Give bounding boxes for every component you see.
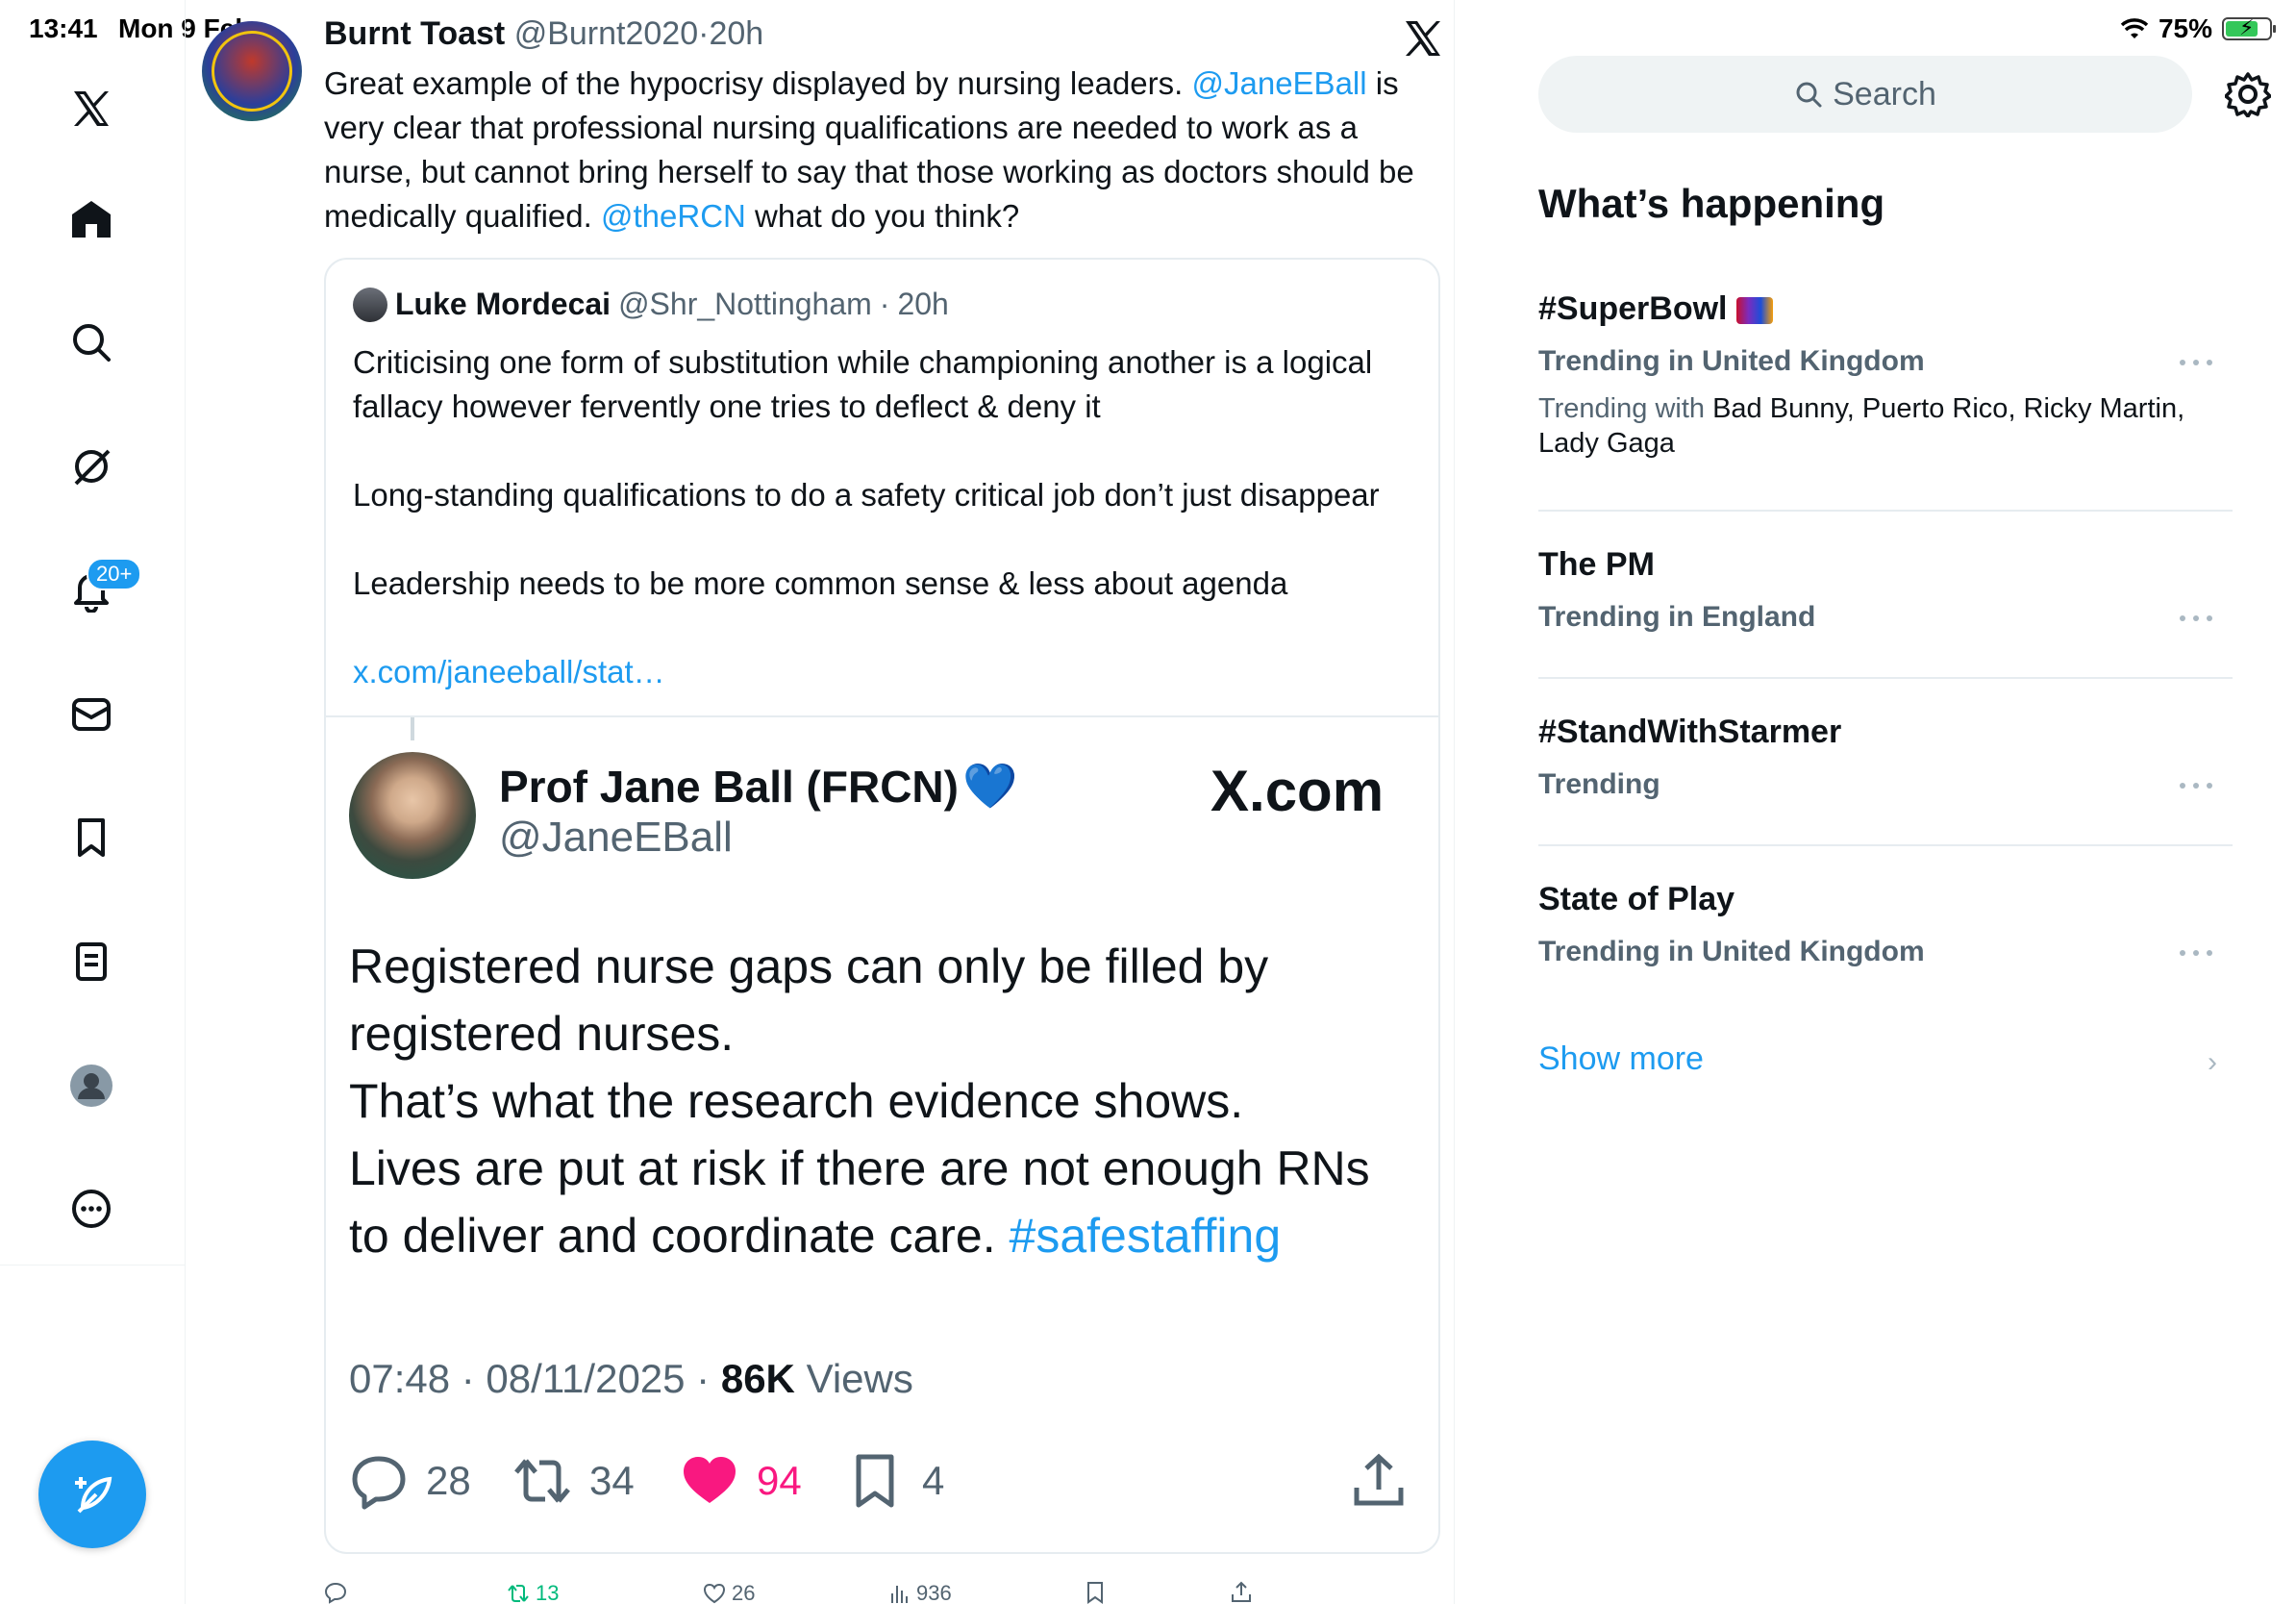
blue-heart-icon: 💙 bbox=[961, 761, 1018, 811]
trend-subtitle: Trending in United Kingdom bbox=[1538, 345, 1925, 377]
status-indicators: 75% ⚡ bbox=[2120, 13, 2276, 44]
trend-item[interactable]: #SuperBowl Trending in United Kingdom Tr… bbox=[1538, 290, 2233, 461]
superbowl-emoji-icon bbox=[1735, 297, 1773, 325]
heart-icon bbox=[703, 1583, 726, 1604]
embedded-author-name: Prof Jane Ball (FRCN) 💙 bbox=[499, 761, 1018, 812]
whats-happening-heading: What’s happening bbox=[1538, 181, 1885, 226]
compose-button[interactable] bbox=[38, 1441, 146, 1548]
profile-avatar-icon[interactable] bbox=[60, 1054, 123, 1117]
quote-text: Criticising one form of substitution whi… bbox=[353, 344, 1380, 601]
more-options-icon[interactable] bbox=[2177, 358, 2215, 367]
embedded-repost: 34 bbox=[512, 1442, 635, 1519]
more-icon[interactable] bbox=[60, 1177, 123, 1241]
trend-item[interactable]: The PM Trending in England bbox=[1538, 546, 2233, 634]
quote-author-handle: @Shr_Nottingham bbox=[618, 287, 872, 321]
embedded-reply: 28 bbox=[349, 1442, 471, 1519]
trend-divider bbox=[1538, 677, 2233, 679]
trend-title: #StandWithStarmer bbox=[1538, 714, 1842, 750]
quote-time: 20h bbox=[897, 287, 949, 321]
embedded-author-avatar bbox=[349, 752, 476, 879]
tweet-text: Great example of the hypocrisy displayed… bbox=[324, 65, 1414, 234]
lists-icon[interactable] bbox=[60, 930, 123, 993]
bookmark-icon bbox=[856, 1454, 894, 1508]
notifications-badge: 20+ bbox=[87, 558, 142, 590]
battery-percent: 75% bbox=[2158, 13, 2212, 43]
messages-icon[interactable] bbox=[60, 682, 123, 745]
heart-filled-icon bbox=[684, 1457, 736, 1503]
trending-with: Trending with Bad Bunny, Puerto Rico, Ri… bbox=[1538, 393, 2185, 459]
trend-subtitle: Trending bbox=[1538, 768, 1660, 800]
x-com-brand: X.com bbox=[1210, 759, 1385, 823]
share-icon bbox=[1354, 1453, 1404, 1506]
quote-url-link[interactable]: x.com/janeeball/stat… bbox=[353, 654, 665, 690]
close-icon[interactable] bbox=[1402, 17, 1444, 60]
quote-author-avatar bbox=[353, 287, 387, 322]
gear-icon[interactable] bbox=[2225, 71, 2271, 117]
side-navigation: 20+ bbox=[0, 0, 186, 1604]
tweet-time[interactable]: 20h bbox=[709, 15, 763, 52]
views-button[interactable]: 936 bbox=[887, 1581, 952, 1604]
trend-divider bbox=[1538, 510, 2233, 512]
trend-item[interactable]: State of Play Trending in United Kingdom bbox=[1538, 881, 2233, 968]
quote-header: Luke Mordecai @Shr_Nottingham · 20h bbox=[353, 287, 949, 322]
bookmarks-icon[interactable] bbox=[60, 806, 123, 869]
tweet-header: Burnt Toast @Burnt2020·20h bbox=[324, 15, 764, 52]
embedded-author-handle: @JaneEBall bbox=[499, 814, 733, 861]
tweet-author-handle[interactable]: @Burnt2020 bbox=[514, 15, 698, 52]
embedded-meta: 07:48 · 08/11/2025 · 86K Views bbox=[349, 1356, 913, 1401]
trend-title: #SuperBowl bbox=[1538, 290, 2233, 328]
search-nav-icon[interactable] bbox=[60, 311, 123, 374]
tweet-actions: 13 26 936 bbox=[324, 1581, 1285, 1604]
hashtag-link: #safestaffing bbox=[1009, 1209, 1282, 1263]
trend-subtitle: Trending in United Kingdom bbox=[1538, 936, 1925, 967]
compose-feather-icon bbox=[75, 1476, 112, 1514]
tweet-author-name[interactable]: Burnt Toast bbox=[324, 15, 505, 52]
reply-button[interactable] bbox=[324, 1581, 347, 1604]
repost-icon bbox=[514, 1459, 570, 1503]
quote-media-divider bbox=[326, 715, 1438, 717]
trend-item[interactable]: #StandWithStarmer Trending bbox=[1538, 714, 2233, 801]
search-placeholder: Search bbox=[1833, 75, 1936, 113]
embedded-tweet-text: Registered nurse gaps can only be filled… bbox=[349, 940, 1370, 1263]
x-logo-icon[interactable] bbox=[60, 77, 123, 140]
like-button[interactable]: 26 bbox=[703, 1581, 755, 1604]
embedded-share bbox=[1349, 1442, 1409, 1519]
mention-link[interactable]: @JaneEBall bbox=[1191, 65, 1366, 101]
tweet-feed: Burnt Toast @Burnt2020·20h Great example… bbox=[186, 0, 1455, 1604]
repost-icon bbox=[508, 1585, 529, 1602]
chevron-right-icon: › bbox=[2208, 1046, 2217, 1078]
trend-title: State of Play bbox=[1538, 881, 1735, 917]
reply-icon bbox=[324, 1582, 347, 1604]
battery-icon: ⚡ bbox=[2222, 15, 2276, 40]
repost-button[interactable]: 13 bbox=[507, 1581, 559, 1604]
tweet-author-avatar[interactable] bbox=[202, 21, 302, 121]
embedded-bookmark: 4 bbox=[845, 1442, 944, 1519]
trend-subtitle: Trending in England bbox=[1538, 601, 1816, 633]
more-options-icon[interactable] bbox=[2177, 614, 2215, 623]
show-more-link[interactable]: Show more bbox=[1538, 1040, 1704, 1078]
more-options-icon[interactable] bbox=[2177, 781, 2215, 790]
share-icon bbox=[1232, 1581, 1251, 1602]
reply-icon bbox=[352, 1456, 406, 1510]
embedded-like: 94 bbox=[680, 1442, 802, 1519]
views-chart-icon bbox=[891, 1586, 908, 1603]
search-icon bbox=[1796, 82, 1822, 108]
embedded-actions: 28 34 94 4 bbox=[349, 1442, 1416, 1519]
trend-title: The PM bbox=[1538, 546, 1655, 583]
home-icon[interactable] bbox=[60, 187, 123, 250]
bookmark-button[interactable] bbox=[1084, 1581, 1107, 1604]
more-options-icon[interactable] bbox=[2177, 948, 2215, 958]
share-button[interactable] bbox=[1230, 1581, 1253, 1604]
mention-link[interactable]: @theRCN bbox=[601, 198, 746, 234]
nav-divider bbox=[0, 1265, 186, 1266]
bookmark-icon bbox=[1087, 1582, 1103, 1604]
quoted-tweet[interactable]: Luke Mordecai @Shr_Nottingham · 20h Critic… bbox=[324, 258, 1440, 1554]
wifi-icon bbox=[2120, 18, 2149, 38]
quote-author-name: Luke Mordecai bbox=[395, 287, 611, 321]
trend-divider bbox=[1538, 844, 2233, 846]
search-input[interactable]: Search bbox=[1538, 56, 2192, 133]
grok-icon[interactable] bbox=[60, 435, 123, 498]
